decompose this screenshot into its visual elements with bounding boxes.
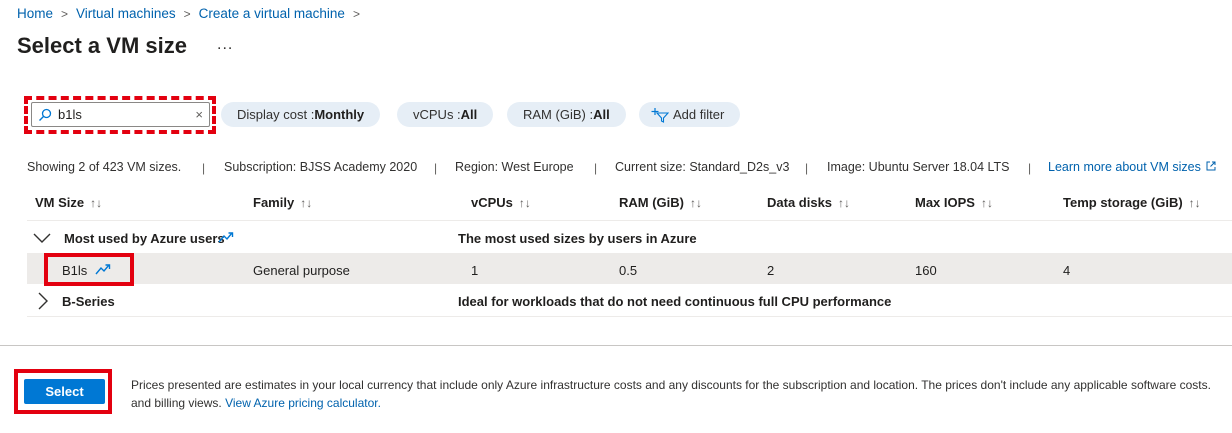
more-options-icon[interactable]: ... xyxy=(217,36,233,54)
breadcrumb: Home > Virtual machines > Create a virtu… xyxy=(17,6,368,21)
pricing-calculator-link[interactable]: View Azure pricing calculator. xyxy=(225,396,381,410)
search-highlight xyxy=(24,96,216,134)
group-row-b-series[interactable]: B-Series Ideal for workloads that do not… xyxy=(27,286,1232,316)
chevron-right-icon: > xyxy=(61,6,69,21)
column-header-max-iops[interactable]: Max IOPS ↑↓ xyxy=(915,195,993,210)
info-separator: | xyxy=(594,161,598,175)
column-header-label: Data disks xyxy=(767,195,833,210)
chevron-right-icon: > xyxy=(183,6,191,21)
cell-ram: 0.5 xyxy=(619,263,638,278)
page-title: Select a VM size xyxy=(17,33,187,58)
row-highlight xyxy=(44,253,134,286)
column-header-family[interactable]: Family ↑↓ xyxy=(253,195,312,210)
column-header-data-disks[interactable]: Data disks ↑↓ xyxy=(767,195,850,210)
sort-icon[interactable]: ↑↓ xyxy=(981,196,993,210)
sort-icon[interactable]: ↑↓ xyxy=(690,196,702,210)
table-row[interactable]: B1ls General purpose 1 0.5 2 160 4 xyxy=(27,254,1232,284)
breadcrumb-home[interactable]: Home xyxy=(17,6,53,21)
trending-up-icon xyxy=(218,232,234,243)
cell-max-iops: 160 xyxy=(915,263,937,278)
add-filter-icon xyxy=(651,107,669,123)
column-header-label: RAM (GiB) xyxy=(619,195,684,210)
breadcrumb-create-vm[interactable]: Create a virtual machine xyxy=(199,6,345,21)
cell-vcpus: 1 xyxy=(471,263,479,278)
info-separator: | xyxy=(202,161,206,175)
cell-family: General purpose xyxy=(253,263,350,278)
chevron-down-icon[interactable] xyxy=(33,232,51,244)
current-size-info: Current size: Standard_D2s_v3 xyxy=(615,160,790,174)
vcpus-filter[interactable]: vCPUs : All xyxy=(397,102,494,127)
showing-count: Showing 2 of 423 VM sizes. xyxy=(27,160,182,174)
group-name: Most used by Azure users xyxy=(64,231,225,246)
group-row-most-used[interactable]: Most used by Azure users The most used s… xyxy=(27,223,1232,253)
chevron-right-icon: > xyxy=(352,6,360,21)
footer-text-line2: and billing views. xyxy=(131,396,222,410)
chevron-right-icon[interactable] xyxy=(37,292,49,310)
column-header-ram[interactable]: RAM (GiB) ↑↓ xyxy=(619,195,702,210)
footer-disclaimer: Prices presented are estimates in your l… xyxy=(131,376,1232,412)
sort-icon[interactable]: ↑↓ xyxy=(519,196,531,210)
info-separator: | xyxy=(1028,161,1032,175)
display-cost-label: Display cost : xyxy=(237,107,315,122)
sort-icon[interactable]: ↑↓ xyxy=(1189,196,1201,210)
group-description: Ideal for workloads that do not need con… xyxy=(458,294,892,309)
group-name: B-Series xyxy=(62,294,115,309)
cell-data-disks: 2 xyxy=(767,263,775,278)
vcpus-filter-value: All xyxy=(460,107,478,122)
header-divider xyxy=(27,220,1232,221)
column-header-label: Temp storage (GiB) xyxy=(1063,195,1183,210)
info-separator: | xyxy=(805,161,809,175)
info-separator: | xyxy=(434,161,438,175)
add-filter-button[interactable]: Add filter xyxy=(639,102,741,127)
cell-temp-storage: 4 xyxy=(1063,263,1071,278)
group-description: The most used sizes by users in Azure xyxy=(458,231,697,246)
subscription-info: Subscription: BJSS Academy 2020 xyxy=(224,160,418,174)
column-header-vm-size[interactable]: VM Size ↑↓ xyxy=(35,195,102,210)
column-header-label: vCPUs xyxy=(471,195,513,210)
footer-text-line1: Prices presented are estimates in your l… xyxy=(131,378,1211,392)
sort-icon[interactable]: ↑↓ xyxy=(838,196,850,210)
ram-filter-label: RAM (GiB) : xyxy=(523,107,594,122)
ram-filter-value: All xyxy=(593,107,610,122)
column-header-label: VM Size xyxy=(35,195,85,210)
display-cost-filter[interactable]: Display cost : Monthly xyxy=(221,102,381,127)
footer-divider xyxy=(0,345,1232,346)
select-button[interactable]: Select xyxy=(24,379,105,404)
add-filter-label: Add filter xyxy=(673,107,725,122)
column-header-vcpus[interactable]: vCPUs ↑↓ xyxy=(471,195,531,210)
row-divider xyxy=(27,316,1232,317)
breadcrumb-virtual-machines[interactable]: Virtual machines xyxy=(76,6,176,21)
column-header-label: Max IOPS xyxy=(915,195,975,210)
vcpus-filter-label: vCPUs : xyxy=(413,107,461,122)
region-info: Region: West Europe xyxy=(455,160,574,174)
ram-filter[interactable]: RAM (GiB) : All xyxy=(507,102,626,127)
sort-icon[interactable]: ↑↓ xyxy=(90,196,102,210)
image-info: Image: Ubuntu Server 18.04 LTS xyxy=(827,160,1010,174)
learn-more-label: Learn more about VM sizes xyxy=(1048,160,1201,174)
sort-icon[interactable]: ↑↓ xyxy=(300,196,312,210)
learn-more-link[interactable]: Learn more about VM sizes xyxy=(1048,160,1216,174)
display-cost-value: Monthly xyxy=(314,107,365,122)
column-header-label: Family xyxy=(253,195,295,210)
column-header-temp-storage[interactable]: Temp storage (GiB) ↑↓ xyxy=(1063,195,1201,210)
external-link-icon xyxy=(1206,161,1216,171)
